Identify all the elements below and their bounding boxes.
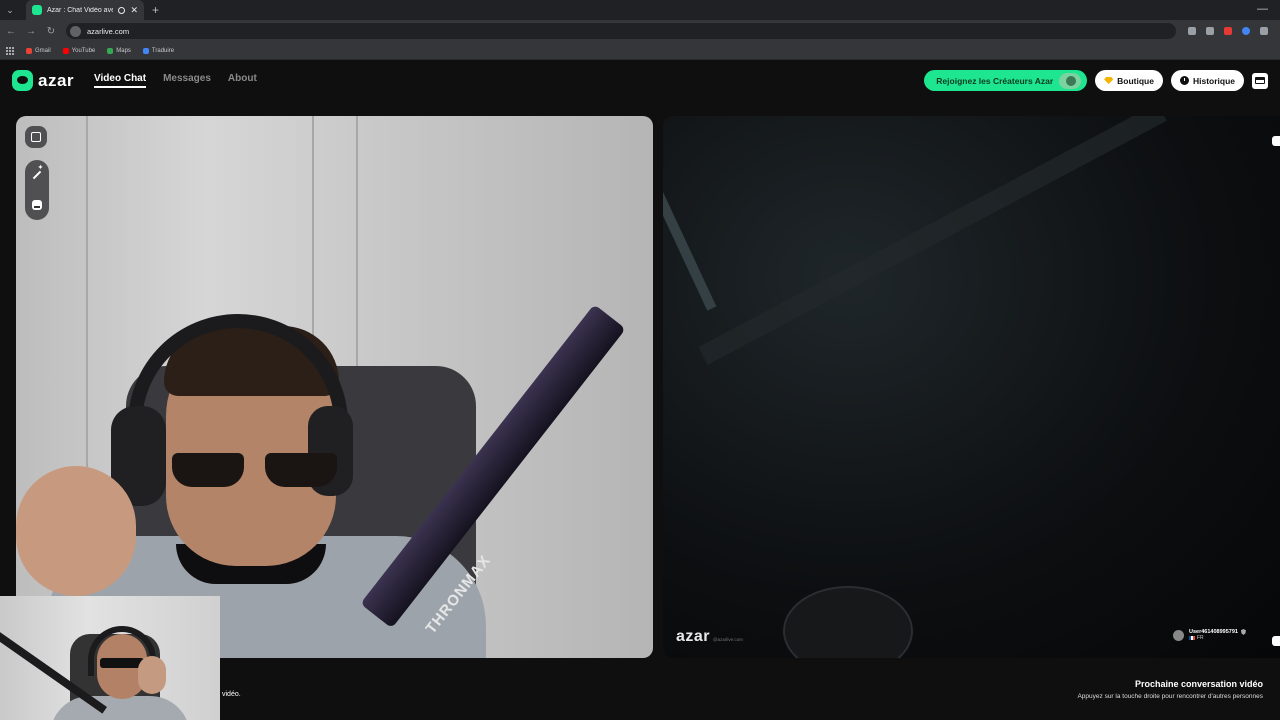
report-icon[interactable] xyxy=(1272,136,1280,146)
video-tools xyxy=(25,126,49,220)
history-button[interactable]: Historique xyxy=(1170,70,1244,91)
browser-tab[interactable]: Azar : Chat Vidéo avec de i ✕ xyxy=(26,0,144,20)
gmail-icon xyxy=(26,47,32,54)
browser-tab-strip: ⌄ Azar : Chat Vidéo avec de i ✕ + — xyxy=(0,0,1280,20)
bookmark-translate[interactable]: Traduire xyxy=(142,47,175,54)
tab-search-icon[interactable]: ⌄ xyxy=(4,4,16,16)
webcam-shirt xyxy=(50,696,190,720)
header-actions: Rejoignez les Créateurs Azar Boutique Hi… xyxy=(924,70,1268,91)
next-conversation-title: Prochaine conversation vidéo xyxy=(1134,679,1263,689)
watermark-text: azar xyxy=(676,628,711,645)
history-label: Historique xyxy=(1192,75,1235,86)
site-header: azar Video Chat Messages About Rejoignez… xyxy=(0,62,1280,99)
next-conversation-subtitle: Appuyez sur la touche droite pour rencon… xyxy=(1077,693,1263,700)
france-flag-icon xyxy=(1189,636,1195,640)
translate-icon xyxy=(142,47,149,54)
bookmark-label: Traduire xyxy=(151,47,175,54)
back-icon[interactable]: ← xyxy=(6,26,16,37)
address-bar[interactable]: azarlive.com xyxy=(66,23,1176,39)
gem-icon xyxy=(1104,77,1114,84)
nav-messages[interactable]: Messages xyxy=(163,73,211,88)
bookmark-youtube[interactable]: YouTube xyxy=(62,47,96,54)
bookmark-label: Gmail xyxy=(35,47,51,54)
shop-label: Boutique xyxy=(1117,75,1154,86)
join-creators-label: Rejoignez les Créateurs Azar xyxy=(936,75,1054,86)
site-info-icon[interactable] xyxy=(70,25,81,37)
background-object xyxy=(663,161,717,311)
extensions-area xyxy=(1188,27,1274,35)
user-avatar-icon xyxy=(1173,629,1184,641)
watermark-sub: @azarlive.com xyxy=(713,637,743,642)
user-info: User461408995791 FR xyxy=(1189,629,1246,641)
next-conversation-hint: Prochaine conversation vidéo Appuyez sur… xyxy=(1077,679,1263,700)
webcam-overlay xyxy=(0,596,220,720)
extension-icon[interactable] xyxy=(1224,27,1232,35)
sunglasses xyxy=(172,453,337,489)
bookmark-gmail[interactable]: Gmail xyxy=(26,47,51,54)
azar-logo[interactable]: azar xyxy=(12,70,74,91)
bookmark-label: YouTube xyxy=(71,47,96,54)
footer-hint-left: vidéo. xyxy=(222,691,241,698)
background-object xyxy=(698,116,1167,365)
clock-icon xyxy=(1179,76,1189,85)
bookmarks-bar: Gmail YouTube Maps Traduire xyxy=(0,42,1280,60)
maps-icon xyxy=(107,47,114,54)
swap-view-icon xyxy=(31,132,41,142)
remote-user-tag[interactable]: User461408995791 FR xyxy=(1173,629,1246,641)
webcam-hand xyxy=(138,656,166,694)
bookmark-star-icon[interactable] xyxy=(1206,27,1214,35)
youtube-icon xyxy=(62,47,69,54)
remote-video: azar @azarlive.com User461408995791 FR xyxy=(663,116,1280,658)
main-nav: Video Chat Messages About xyxy=(94,73,257,88)
nav-about[interactable]: About xyxy=(228,73,257,88)
browser-toolbar: ← → ↻ azarlive.com xyxy=(0,20,1280,42)
nav-video-chat[interactable]: Video Chat xyxy=(94,73,147,88)
remote-watermark: azar @azarlive.com xyxy=(676,628,743,646)
effects-toolbar xyxy=(25,160,49,220)
azar-favicon-icon xyxy=(32,5,42,15)
creators-emoji-icon xyxy=(1059,72,1082,89)
local-video: THRONMAX xyxy=(16,116,653,658)
inbox-button[interactable] xyxy=(1252,72,1268,89)
tab-close-icon[interactable]: ✕ xyxy=(130,5,138,16)
extensions-puzzle-icon[interactable] xyxy=(1260,27,1268,35)
reload-icon[interactable]: ↻ xyxy=(46,26,56,37)
background-object xyxy=(783,586,913,658)
chat-icon[interactable] xyxy=(1272,636,1280,646)
window-minimize-button[interactable]: — xyxy=(1257,3,1268,15)
forward-icon[interactable]: → xyxy=(26,26,36,37)
bookmark-label: Maps xyxy=(116,47,131,54)
bookmark-maps[interactable]: Maps xyxy=(107,47,131,54)
swap-view-button[interactable] xyxy=(25,126,47,148)
country-code: FR xyxy=(1197,635,1204,641)
inbox-icon xyxy=(1255,77,1265,84)
apps-grid-icon[interactable] xyxy=(6,46,14,55)
mask-button[interactable] xyxy=(26,194,48,216)
recording-indicator-icon xyxy=(118,6,126,14)
install-app-icon[interactable] xyxy=(1188,27,1196,35)
azar-logo-icon xyxy=(12,70,33,91)
effects-button[interactable] xyxy=(26,164,48,186)
profile-icon[interactable] xyxy=(1242,27,1250,35)
shop-button[interactable]: Boutique xyxy=(1095,70,1163,91)
url-text: azarlive.com xyxy=(87,26,130,36)
tab-title: Azar : Chat Vidéo avec de i xyxy=(47,6,114,14)
new-tab-button[interactable]: + xyxy=(152,3,159,17)
user-country: FR xyxy=(1189,635,1246,641)
join-creators-button[interactable]: Rejoignez les Créateurs Azar xyxy=(924,70,1088,91)
logo-text: azar xyxy=(38,70,75,90)
magic-wand-icon xyxy=(32,170,42,180)
person-hand xyxy=(16,466,136,596)
face-mask-icon xyxy=(32,200,42,210)
